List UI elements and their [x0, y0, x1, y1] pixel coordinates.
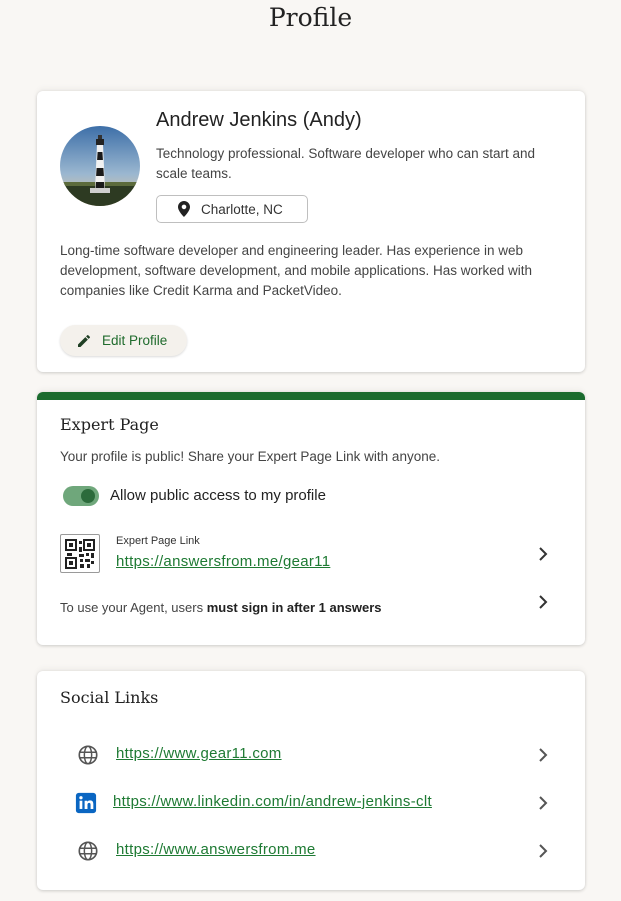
edit-profile-button[interactable]: Edit Profile [60, 325, 187, 356]
agent-sign-in-note: To use your Agent, users must sign in af… [60, 600, 382, 615]
public-access-label: Allow public access to my profile [110, 487, 326, 504]
chevron-right-icon[interactable] [531, 590, 555, 614]
expert-page-card: Expert Page Your profile is public! Shar… [37, 392, 585, 645]
social-link-url[interactable]: https://www.answersfrom.me [116, 841, 316, 858]
globe-icon [78, 745, 98, 765]
social-link-url[interactable]: https://www.linkedin.com/in/andrew-jenki… [113, 793, 432, 810]
profile-bio: Long-time software developer and enginee… [60, 243, 533, 298]
expert-link-caption: Expert Page Link [116, 535, 200, 547]
edit-profile-label: Edit Profile [102, 333, 168, 348]
linkedin-icon [75, 792, 97, 814]
chevron-right-icon[interactable] [531, 542, 555, 566]
pencil-icon [78, 334, 91, 347]
page-title: Profile [268, 3, 353, 32]
social-link-row[interactable]: https://www.gear11.com [37, 740, 585, 772]
qr-code-button[interactable] [60, 534, 100, 573]
location-chip[interactable]: Charlotte, NC [156, 195, 308, 223]
toggle-knob [81, 489, 95, 503]
avatar [60, 126, 140, 206]
social-links-card: Social Links https://www.gear11.com http… [37, 671, 585, 890]
social-links-title: Social Links [60, 688, 159, 707]
agent-note-emphasis: must sign in after 1 answers [206, 600, 382, 615]
expert-page-title: Expert Page [60, 415, 159, 434]
social-link-row[interactable]: https://www.answersfrom.me [37, 836, 585, 868]
accent-bar [37, 392, 585, 400]
globe-icon [78, 841, 98, 861]
profile-name: Andrew Jenkins (Andy) [156, 109, 362, 131]
social-link-url[interactable]: https://www.gear11.com [116, 745, 282, 762]
expert-page-link[interactable]: https://answersfrom.me/gear11 [116, 553, 330, 570]
profile-headline: Technology professional. Software develo… [156, 146, 535, 181]
chevron-right-icon[interactable] [531, 743, 555, 767]
qr-code-icon [65, 538, 95, 569]
expert-page-description: Your profile is public! Share your Exper… [60, 449, 440, 464]
agent-note-prefix: To use your Agent, users [60, 600, 207, 615]
location-pin-icon [178, 201, 190, 217]
profile-card: Andrew Jenkins (Andy) Technology profess… [37, 91, 585, 372]
social-link-row[interactable]: https://www.linkedin.com/in/andrew-jenki… [37, 788, 585, 820]
public-access-toggle[interactable] [63, 486, 99, 506]
location-text: Charlotte, NC [201, 201, 283, 217]
chevron-right-icon[interactable] [531, 791, 555, 815]
chevron-right-icon[interactable] [531, 839, 555, 863]
